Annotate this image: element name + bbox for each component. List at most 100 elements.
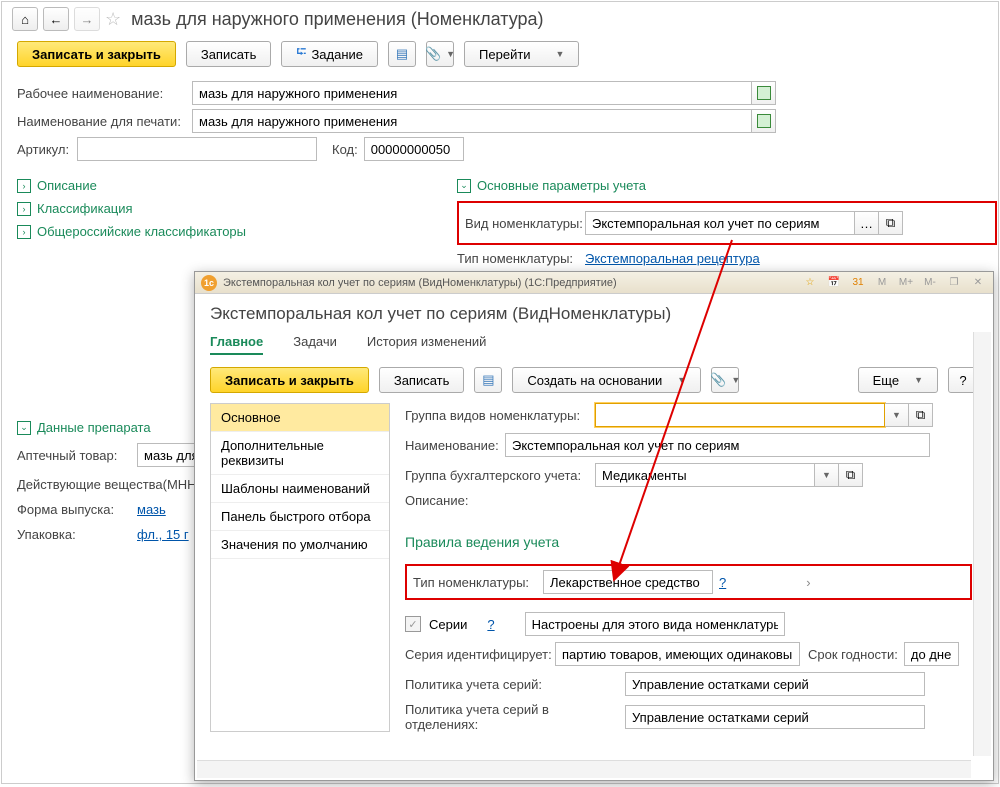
favorite-icon[interactable]: ☆ [801, 275, 819, 291]
ellipsis-icon: … [860, 216, 873, 231]
close-button[interactable]: ✕ [969, 275, 987, 291]
side-item-extra[interactable]: Дополнительные реквизиты [211, 432, 389, 475]
rules-type-input[interactable] [543, 570, 713, 594]
open-ref-button[interactable] [752, 81, 776, 105]
copy-icon [757, 86, 771, 100]
open-ref-button[interactable] [752, 109, 776, 133]
policy-dept-input[interactable] [625, 705, 925, 729]
window-header: ⌂ ← → ☆ мазь для наружного применения (Н… [2, 2, 998, 36]
expiry-label: Срок годности: [808, 647, 898, 662]
task-button[interactable]: ⮓Задание [281, 41, 378, 67]
dlg-more-button[interactable]: Еще▼ [858, 367, 938, 393]
dlg-save-button[interactable]: Записать [379, 367, 465, 393]
policy-label: Политика учета серий: [405, 677, 625, 692]
type-label: Тип номенклатуры: [457, 251, 585, 266]
dlg-save-close-button[interactable]: Записать и закрыть [210, 367, 369, 393]
kind-input[interactable] [585, 211, 855, 235]
memory-m[interactable]: M [873, 275, 891, 291]
article-input[interactable] [77, 137, 317, 161]
dropdown-button[interactable]: ▼ [885, 403, 909, 427]
section-classification[interactable]: ›Классификация [17, 201, 417, 216]
side-item-templates[interactable]: Шаблоны наименований [211, 475, 389, 503]
favorite-icon[interactable]: ☆ [105, 9, 121, 30]
open-icon: ⧉ [916, 407, 925, 423]
chevron-down-icon: ▼ [446, 49, 455, 59]
calc-icon[interactable]: 📅 [825, 275, 843, 291]
series-help[interactable]: ? [487, 617, 494, 632]
calendar-icon[interactable]: 31 [849, 275, 867, 291]
rules-type-help[interactable]: ? [719, 575, 726, 590]
section-all-russian[interactable]: ›Общероссийские классификаторы [17, 224, 417, 239]
active-sub-label: Действующие вещества(МНН) [17, 477, 201, 492]
dlg-create-on-button[interactable]: Создать на основании▼ [512, 367, 701, 393]
tab-tasks[interactable]: Задачи [293, 334, 337, 355]
memory-mplus[interactable]: M+ [897, 275, 915, 291]
chevron-down-icon: ▼ [822, 470, 831, 480]
arrow-left-icon: ← [50, 12, 63, 27]
series-identify-input[interactable] [555, 642, 800, 666]
chevron-down-icon: ▼ [677, 375, 686, 385]
grid-icon: ▤ [396, 46, 408, 62]
print-name-input[interactable] [192, 109, 752, 133]
restore-button[interactable]: ❐ [945, 275, 963, 291]
go-button[interactable]: Перейти▼ [464, 41, 579, 67]
release-form-link[interactable]: мазь [137, 502, 166, 517]
dialog-horizontal-scrollbar[interactable] [197, 760, 971, 778]
open-button[interactable]: ⧉ [909, 403, 933, 427]
open-button[interactable]: ⧉ [879, 211, 903, 235]
chevron-down-icon: ▼ [556, 49, 565, 59]
back-button[interactable]: ← [43, 7, 69, 31]
dialog-tabs: Главное Задачи История изменений [210, 334, 978, 355]
side-item-main[interactable]: Основное [211, 404, 389, 432]
section-main-params[interactable]: ⌄Основные параметры учета [457, 178, 997, 193]
group-kinds-label: Группа видов номенклатуры: [405, 408, 595, 423]
group-kinds-input[interactable] [595, 403, 885, 427]
series-setup-input[interactable] [525, 612, 785, 636]
code-input[interactable] [364, 137, 464, 161]
rules-heading: Правила ведения учета [405, 534, 972, 550]
report-button[interactable]: ▤ [388, 41, 416, 67]
dialog-titlebar[interactable]: 1c Экстемпоральная кол учет по сериям (В… [195, 272, 993, 294]
chevron-right-icon: › [17, 202, 31, 216]
dialog-vertical-scrollbar[interactable] [973, 332, 991, 756]
expiry-input[interactable] [904, 642, 959, 666]
series-checkbox[interactable]: ✓ [405, 616, 421, 632]
page-title: мазь для наружного применения (Номенклат… [131, 9, 543, 30]
side-item-quick[interactable]: Панель быстрого отбора [211, 503, 389, 531]
accounting-group-input[interactable] [595, 463, 815, 487]
app-icon: 1c [201, 275, 217, 291]
save-button[interactable]: Записать [186, 41, 272, 67]
highlight-box-type: Тип номенклатуры: ? › [405, 564, 972, 600]
open-icon: ⧉ [886, 215, 895, 231]
dlg-attach-button[interactable]: 📎▼ [711, 367, 739, 393]
highlight-box-kind: Вид номенклатуры: … ⧉ [457, 201, 997, 245]
attach-button[interactable]: 📎▼ [426, 41, 454, 67]
name-input[interactable] [505, 433, 930, 457]
side-item-defaults[interactable]: Значения по умолчанию [211, 531, 389, 559]
policy-input[interactable] [625, 672, 925, 696]
article-label: Артикул: [17, 142, 77, 157]
open-icon: ⧉ [846, 467, 855, 483]
chevron-right-icon: › [17, 179, 31, 193]
accounting-group-label: Группа бухгалтерского учета: [405, 468, 595, 483]
save-close-button[interactable]: Записать и закрыть [17, 41, 176, 67]
dropdown-button[interactable]: ▼ [815, 463, 839, 487]
name-label: Наименование: [405, 438, 505, 453]
memory-mminus[interactable]: M- [921, 275, 939, 291]
select-button[interactable]: … [855, 211, 879, 235]
tab-main[interactable]: Главное [210, 334, 263, 355]
rules-type-label: Тип номенклатуры: [413, 575, 543, 590]
section-description[interactable]: ›Описание [17, 178, 417, 193]
dialog-heading: Экстемпоральная кол учет по сериям (ВидН… [210, 304, 978, 324]
home-button[interactable]: ⌂ [12, 7, 38, 31]
chevron-down-icon: ▼ [892, 410, 901, 420]
type-link[interactable]: Экстемпоральная рецептура [585, 251, 760, 266]
pack-link[interactable]: фл., 15 г [137, 527, 189, 542]
dlg-report-button[interactable]: ▤ [474, 367, 502, 393]
open-button[interactable]: ⧉ [839, 463, 863, 487]
forward-button[interactable]: → [74, 7, 100, 31]
task-icon: ⮓ [296, 43, 306, 65]
tab-history[interactable]: История изменений [367, 334, 487, 355]
copy-icon [757, 114, 771, 128]
work-name-input[interactable] [192, 81, 752, 105]
